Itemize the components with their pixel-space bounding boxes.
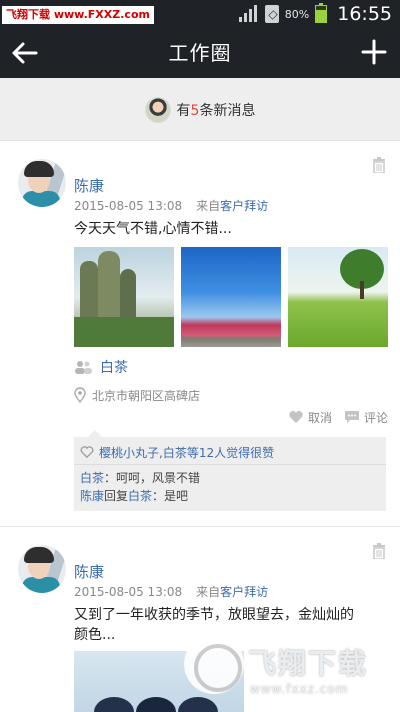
add-post-button[interactable] (358, 36, 390, 68)
location-text: 北京市朝阳区高碑店 (92, 388, 201, 403)
people-icon (75, 361, 92, 374)
photo-meadow[interactable] (288, 247, 388, 347)
post-source[interactable]: 客户拜访 (220, 199, 268, 213)
heart-outline-icon (80, 446, 94, 458)
notice-avatar (144, 97, 171, 123)
post-mention[interactable]: 白茶 (74, 357, 128, 377)
new-message-text: 有5条新消息 (176, 103, 256, 119)
watermark-url: www.fxxz.com (250, 682, 349, 696)
nav-bar: 工作圈 (0, 28, 400, 78)
post-date: 2015-08-05 13:08 (74, 199, 183, 213)
avatar[interactable] (18, 159, 66, 207)
location-pin-icon (74, 387, 86, 403)
comment-icon (344, 411, 359, 423)
likes-row[interactable]: 樱桃小丸子,白茶等12人觉得很赞 (80, 443, 274, 461)
signal-icon (238, 5, 259, 23)
post-content: 今天天气不错,心情不错... (74, 221, 232, 237)
sim-icon (264, 5, 279, 23)
comment-button[interactable]: 评论 (344, 409, 388, 426)
likes-text: 樱桃小丸子,白茶等12人觉得很赞 (99, 445, 275, 460)
comment-item[interactable]: 陈康回复白茶：是吧 (80, 487, 188, 504)
likes-comments-box: 樱桃小丸子,白茶等12人觉得很赞 白茶：呵呵，风景不错 陈康回复白茶：是吧 (74, 430, 386, 511)
divider (74, 464, 386, 465)
watermark-text: 飞翔下载 (248, 647, 369, 680)
unlike-button[interactable]: 取消 (288, 409, 332, 426)
plus-icon (361, 39, 387, 65)
status-bar: 飞翔下载 www.FXXZ.com 80% 16:55 (0, 0, 400, 28)
post-location: 北京市朝阳区高碑店 (74, 386, 200, 404)
battery-icon (315, 3, 328, 23)
new-message-bar[interactable]: 有5条新消息 (0, 78, 400, 141)
watermark-logo (184, 634, 244, 694)
post-author[interactable]: 陈康 (74, 175, 104, 196)
page-title: 工作圈 (168, 41, 232, 65)
battery-percent: 80% (284, 7, 310, 21)
avatar[interactable] (18, 545, 66, 593)
trash-icon[interactable] (372, 543, 386, 559)
heart-icon (289, 411, 303, 423)
post-author[interactable]: 陈康 (74, 561, 104, 582)
post-actions: 取消 评论 (288, 407, 388, 427)
watermark-badge: 飞翔下载 www.FXXZ.com (2, 6, 154, 24)
photo-sky-flowers[interactable] (181, 247, 281, 347)
feed-post: 陈康 2015-08-05 13:08 来自客户拜访 今天天气不错,心情不错...… (0, 141, 400, 525)
post-meta: 2015-08-05 13:08 来自客户拜访 (74, 585, 269, 599)
comment-item[interactable]: 白茶：呵呵，风景不错 (80, 469, 200, 486)
status-icons: 80% 16:55 (238, 3, 392, 25)
trash-icon[interactable] (372, 157, 386, 173)
post-source[interactable]: 客户拜访 (220, 585, 268, 599)
post-date: 2015-08-05 13:08 (74, 585, 183, 599)
post-meta: 2015-08-05 13:08 来自客户拜访 (74, 199, 269, 213)
photo-mountains[interactable] (74, 247, 174, 347)
clock: 16:55 (337, 3, 392, 25)
new-message-content: 有5条新消息 (0, 96, 400, 124)
photo-grid (74, 247, 388, 347)
mention-name[interactable]: 白茶 (100, 357, 128, 377)
